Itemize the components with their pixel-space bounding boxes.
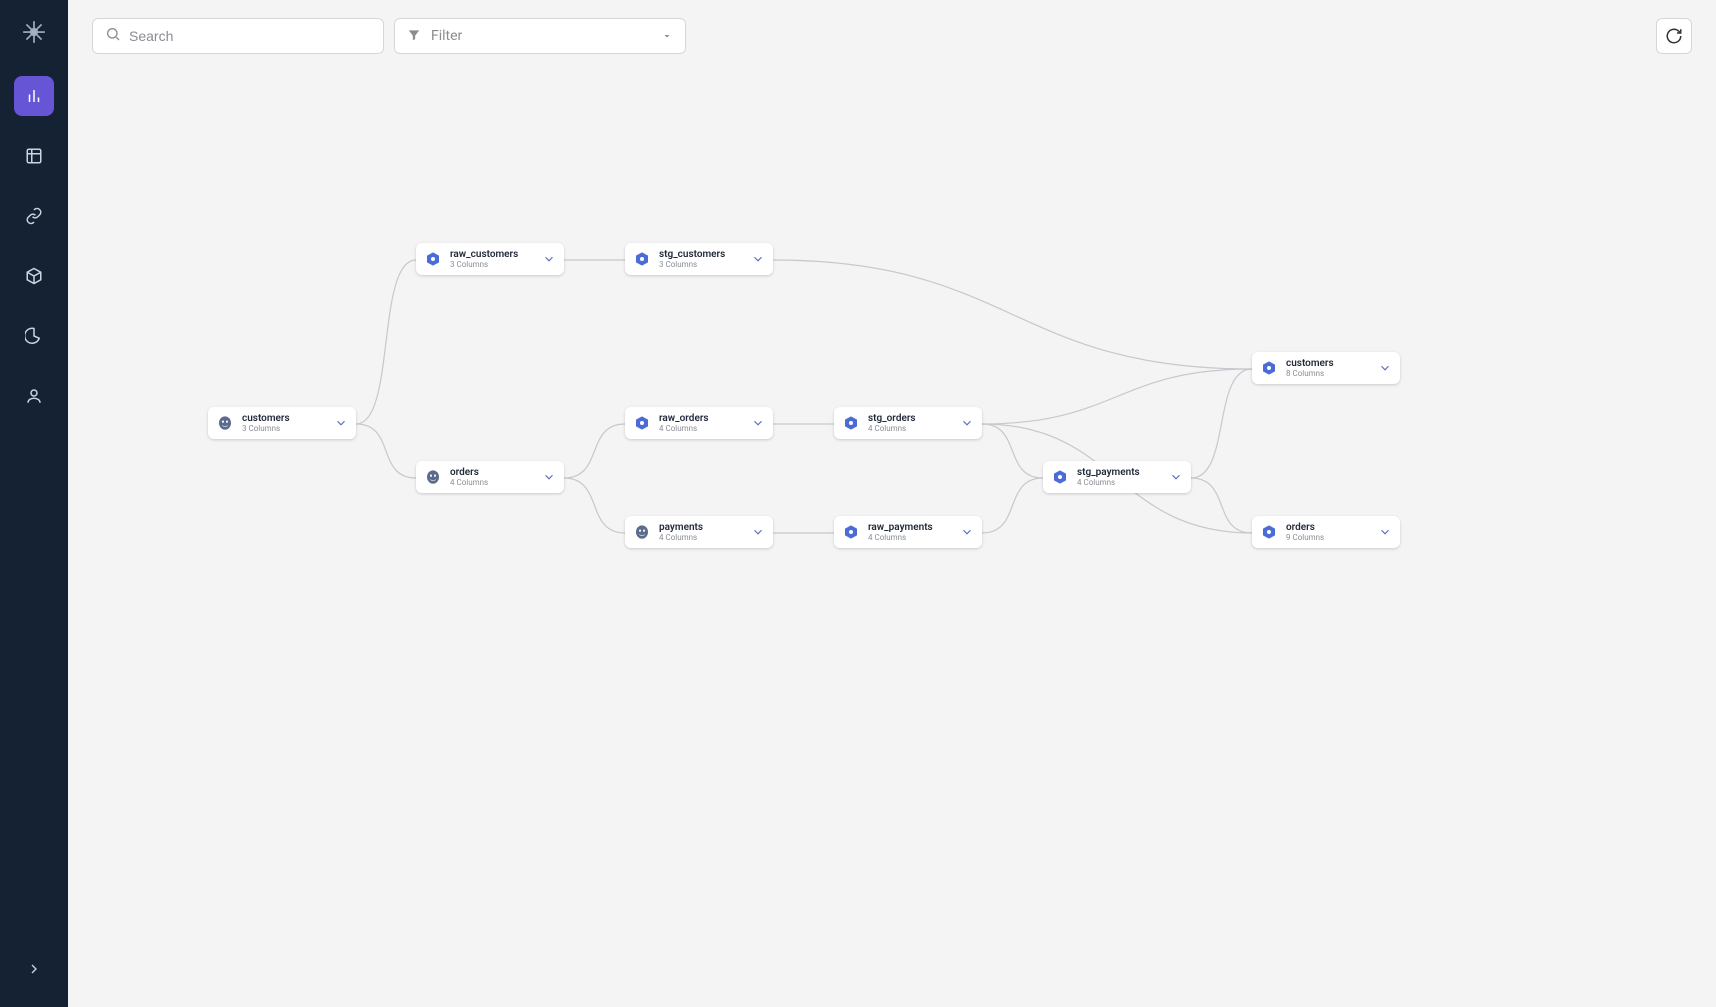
postgres-icon bbox=[216, 414, 234, 432]
lineage-node-orders_out[interactable]: orders9 Columns bbox=[1252, 516, 1400, 548]
edge-stg_payments-to-orders_out bbox=[1191, 478, 1252, 533]
chevron-down-icon[interactable] bbox=[542, 470, 556, 484]
bigquery-icon bbox=[633, 414, 651, 432]
bigquery-icon bbox=[842, 523, 860, 541]
chevron-down-icon[interactable] bbox=[334, 416, 348, 430]
node-title: stg_payments bbox=[1077, 467, 1169, 478]
sidebar bbox=[0, 0, 68, 1007]
node-title: raw_orders bbox=[659, 413, 751, 424]
chevron-down-icon[interactable] bbox=[1169, 470, 1183, 484]
node-subtitle: 4 Columns bbox=[868, 424, 960, 433]
lineage-node-customers_src[interactable]: customers3 Columns bbox=[208, 407, 356, 439]
lineage-node-raw_customers[interactable]: raw_customers3 Columns bbox=[416, 243, 564, 275]
lineage-node-stg_orders[interactable]: stg_orders4 Columns bbox=[834, 407, 982, 439]
node-subtitle: 4 Columns bbox=[1077, 478, 1169, 487]
nav-user[interactable] bbox=[14, 376, 54, 416]
chevron-down-icon[interactable] bbox=[751, 252, 765, 266]
chevron-down-icon[interactable] bbox=[960, 525, 974, 539]
edges-layer bbox=[68, 0, 1716, 1007]
nav-tables[interactable] bbox=[14, 136, 54, 176]
chevron-down-icon[interactable] bbox=[751, 416, 765, 430]
lineage-canvas[interactable]: customers3 Columnsraw_customers3 Columns… bbox=[68, 0, 1716, 1007]
node-subtitle: 3 Columns bbox=[242, 424, 334, 433]
edge-customers_src-to-orders_src bbox=[356, 424, 416, 478]
search-input[interactable] bbox=[129, 28, 371, 44]
node-subtitle: 3 Columns bbox=[450, 260, 542, 269]
node-title: stg_customers bbox=[659, 249, 751, 260]
node-title: orders bbox=[1286, 522, 1378, 533]
sidebar-expand-button[interactable] bbox=[14, 949, 54, 989]
edge-stg_customers-to-customers_out bbox=[773, 260, 1252, 369]
lineage-node-raw_orders[interactable]: raw_orders4 Columns bbox=[625, 407, 773, 439]
refresh-button[interactable] bbox=[1656, 18, 1692, 54]
chevron-down-icon bbox=[661, 27, 673, 46]
bigquery-icon bbox=[424, 250, 442, 268]
search-icon bbox=[105, 26, 121, 46]
nav-links[interactable] bbox=[14, 196, 54, 236]
lineage-node-stg_payments[interactable]: stg_payments4 Columns bbox=[1043, 461, 1191, 493]
topbar: Filter bbox=[92, 18, 1692, 54]
bigquery-icon bbox=[633, 250, 651, 268]
bigquery-icon bbox=[1260, 359, 1278, 377]
node-subtitle: 4 Columns bbox=[450, 478, 542, 487]
edge-orders_src-to-payments_src bbox=[564, 478, 625, 533]
edge-stg_payments-to-customers_out bbox=[1191, 369, 1252, 478]
edge-orders_src-to-raw_orders bbox=[564, 424, 625, 478]
filter-dropdown[interactable]: Filter bbox=[394, 18, 686, 54]
bigquery-icon bbox=[1260, 523, 1278, 541]
node-title: raw_customers bbox=[450, 249, 542, 260]
node-subtitle: 3 Columns bbox=[659, 260, 751, 269]
postgres-icon bbox=[633, 523, 651, 541]
lineage-node-stg_customers[interactable]: stg_customers3 Columns bbox=[625, 243, 773, 275]
chevron-down-icon[interactable] bbox=[1378, 525, 1392, 539]
node-subtitle: 4 Columns bbox=[868, 533, 960, 542]
filter-label: Filter bbox=[431, 28, 651, 44]
edge-raw_payments-to-stg_payments bbox=[982, 478, 1043, 533]
lineage-node-payments_src[interactable]: payments4 Columns bbox=[625, 516, 773, 548]
edge-customers_src-to-raw_customers bbox=[356, 260, 416, 424]
node-subtitle: 8 Columns bbox=[1286, 369, 1378, 378]
node-subtitle: 9 Columns bbox=[1286, 533, 1378, 542]
main-canvas-area: Filter customers3 Columnsraw_customers3 … bbox=[68, 0, 1716, 1007]
nav-lineage[interactable] bbox=[14, 76, 54, 116]
lineage-node-raw_payments[interactable]: raw_payments4 Columns bbox=[834, 516, 982, 548]
node-title: stg_orders bbox=[868, 413, 960, 424]
node-title: customers bbox=[1286, 358, 1378, 369]
node-title: raw_payments bbox=[868, 522, 960, 533]
chevron-down-icon[interactable] bbox=[1378, 361, 1392, 375]
bigquery-icon bbox=[1051, 468, 1069, 486]
node-subtitle: 4 Columns bbox=[659, 533, 751, 542]
node-title: payments bbox=[659, 522, 751, 533]
nav-reports[interactable] bbox=[14, 316, 54, 356]
search-box[interactable] bbox=[92, 18, 384, 54]
chevron-down-icon[interactable] bbox=[960, 416, 974, 430]
edge-stg_orders-to-stg_payments bbox=[982, 424, 1043, 478]
filter-icon bbox=[407, 27, 421, 46]
logo-icon bbox=[20, 18, 48, 46]
chevron-down-icon[interactable] bbox=[542, 252, 556, 266]
chevron-down-icon[interactable] bbox=[751, 525, 765, 539]
lineage-node-orders_src[interactable]: orders4 Columns bbox=[416, 461, 564, 493]
node-title: orders bbox=[450, 467, 542, 478]
edge-stg_orders-to-customers_out bbox=[982, 369, 1252, 424]
node-subtitle: 4 Columns bbox=[659, 424, 751, 433]
nav-cube[interactable] bbox=[14, 256, 54, 296]
lineage-node-customers_out[interactable]: customers8 Columns bbox=[1252, 352, 1400, 384]
postgres-icon bbox=[424, 468, 442, 486]
bigquery-icon bbox=[842, 414, 860, 432]
node-title: customers bbox=[242, 413, 334, 424]
